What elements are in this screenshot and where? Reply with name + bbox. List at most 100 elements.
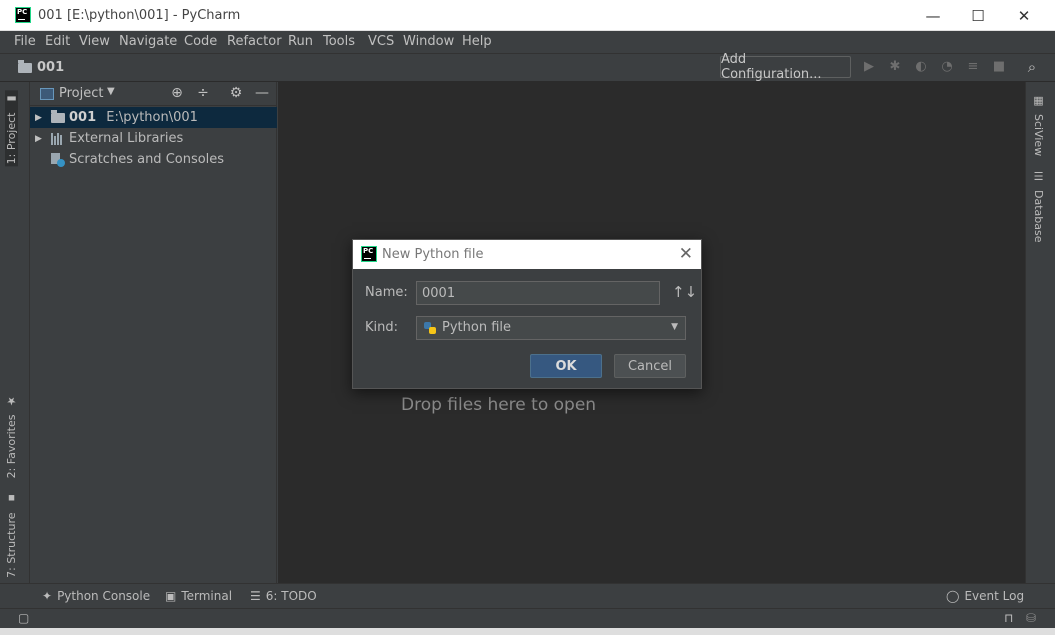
tab-project[interactable]: 1: Project ▬ [5,90,18,167]
tab-structure[interactable]: 7: Structure ▪ [5,492,18,578]
tab-database-label: Database [1032,189,1045,243]
library-icon [51,132,64,145]
concurrency-icon[interactable]: ≡ [965,59,981,75]
tab-structure-label: 7: Structure [5,512,18,578]
minimize-button[interactable]: — [910,0,956,31]
debug-icon[interactable]: ✱ [887,59,903,75]
event-log-tab[interactable]: ◯ Event Log [946,589,1024,603]
structure-icon: ▪ [5,492,18,505]
menu-view[interactable]: View [79,34,110,49]
run-icon[interactable]: ▶ [861,59,877,75]
maximize-button[interactable]: ☐ [955,0,1001,31]
search-icon[interactable]: ⌕ [1024,59,1040,75]
hide-icon[interactable]: — [254,85,270,101]
collapse-all-icon[interactable]: ÷ [195,85,211,101]
todo-tab[interactable]: ☰ 6: TODO [250,589,317,603]
profile-icon[interactable]: ◔ [939,59,955,75]
scratches-icon [51,152,65,167]
tab-database[interactable]: ☰ Database [1032,170,1045,242]
window-title: 001 [E:\python\001] - PyCharm [38,8,241,23]
gear-icon[interactable]: ⚙ [228,85,244,101]
right-tool-strip: ▦ SciView ☰ Database [1025,82,1055,583]
python-console-icon: ✦ [42,589,53,603]
folder-icon [18,59,32,73]
tree-item-name: Scratches and Consoles [69,152,225,167]
left-tool-strip: 1: Project ▬ 2: Favorites ★ 7: Structure… [0,82,30,583]
tree-item-scratches[interactable]: Scratches and Consoles [30,149,277,170]
expand-arrow-icon[interactable]: ▶ [35,134,42,144]
menu-edit[interactable]: Edit [45,34,70,49]
event-log-label: Event Log [964,589,1025,603]
close-icon[interactable]: ✕ [679,244,693,264]
terminal-label: Terminal [181,589,233,603]
cancel-button[interactable]: Cancel [614,354,686,378]
menu-tools[interactable]: Tools [323,34,355,49]
menu-window[interactable]: Window [403,34,454,49]
tree-item-external-libraries[interactable]: ▶ External Libraries [30,128,277,149]
taskbar-strip [0,628,1055,635]
kind-value: Python file [442,320,511,335]
database-icon: ☰ [1032,170,1045,183]
menu-bar: File Edit View Navigate Code Refactor Ru… [0,31,1055,53]
tab-favorites-label: 2: Favorites [5,414,18,479]
expand-arrow-icon[interactable]: ▶ [35,113,42,123]
memory-indicator-icon[interactable]: ⛁ [1026,611,1036,625]
menu-vcs[interactable]: VCS [368,34,394,49]
folder-icon: ▬ [5,92,18,105]
breadcrumb[interactable]: 001 [18,59,65,75]
tree-item-path: E:\python\001 [106,110,198,125]
stop-icon[interactable]: ■ [991,59,1007,75]
pycharm-logo-icon: PC [15,7,31,23]
project-panel-header: Project ▼ ⊕ ÷ ⚙ — [30,82,277,106]
dialog-title: New Python file [382,247,484,262]
name-label: Name: [365,285,408,300]
locate-icon[interactable]: ⊕ [169,85,185,101]
terminal-tab[interactable]: ▣ Terminal [165,589,232,603]
new-python-file-dialog: PC New Python file ✕ Name: ↑↓ Kind: Pyth… [352,239,702,389]
dialog-titlebar: PC New Python file ✕ [353,240,701,269]
navigation-bar: 001 Add Configuration... ▶ ✱ ◐ ◔ ≡ ■ ⌕ [0,52,1055,82]
project-view-selector[interactable]: Project [59,86,103,101]
terminal-icon: ▣ [165,589,177,603]
python-console-label: Python Console [57,589,151,603]
menu-file[interactable]: File [14,34,36,49]
menu-code[interactable]: Code [184,34,217,49]
todo-label: 6: TODO [265,589,317,603]
tab-sciview-label: SciView [1032,113,1045,156]
coverage-icon[interactable]: ◐ [913,59,929,75]
tab-favorites[interactable]: 2: Favorites ★ [5,394,18,478]
toggle-tool-windows-icon[interactable]: ▢ [18,611,29,625]
python-file-icon [424,322,436,334]
chevron-down-icon: ▼ [671,322,678,332]
status-bar: ▢ ⊓ ⛁ [0,608,1055,628]
pycharm-logo-icon: PC [361,246,377,262]
kind-label: Kind: [365,320,399,335]
breadcrumb-label: 001 [37,60,65,75]
tree-item-project-root[interactable]: ▶ 001 E:\python\001 [30,107,277,128]
editor-placeholder: Drop files here to open [401,395,597,415]
tree-item-name: External Libraries [69,131,184,146]
add-configuration-button[interactable]: Add Configuration... [720,52,851,82]
tab-project-label: 1: Project [5,112,18,165]
sort-icon[interactable]: ↑↓ [672,283,697,301]
chevron-down-icon[interactable]: ▼ [107,86,115,97]
kind-select[interactable]: Python file ▼ [416,316,686,340]
lock-icon[interactable]: ⊓ [1004,611,1013,625]
close-button[interactable]: ✕ [1001,0,1047,31]
tab-sciview[interactable]: ▦ SciView [1032,94,1045,156]
menu-navigate[interactable]: Navigate [119,34,177,49]
ok-button[interactable]: OK [530,354,602,378]
window-titlebar: PC 001 [E:\python\001] - PyCharm — ☐ ✕ [0,0,1055,31]
menu-help[interactable]: Help [462,34,492,49]
menu-refactor[interactable]: Refactor [227,34,282,49]
sciview-icon: ▦ [1032,94,1045,107]
todo-icon: ☰ [250,589,261,603]
menu-run[interactable]: Run [288,34,313,49]
python-console-tab[interactable]: ✦ Python Console [42,589,150,603]
tree-item-name: 001 [69,110,97,125]
folder-icon [51,110,65,123]
bottom-tool-bar: ✦ Python Console ▣ Terminal ☰ 6: TODO ◯ … [0,583,1055,608]
event-log-icon: ◯ [946,589,960,603]
project-view-icon [40,88,54,100]
name-input[interactable] [416,281,660,305]
